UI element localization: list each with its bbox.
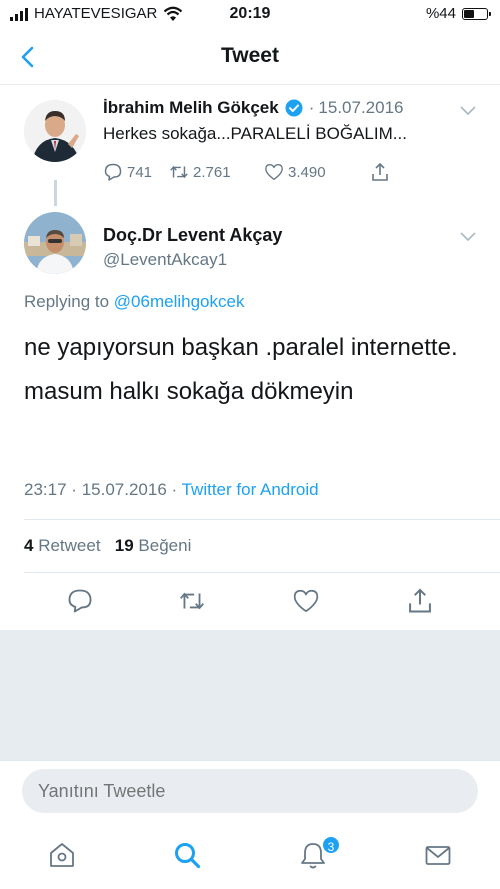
parent-tweet-date: 15.07.2016 — [318, 98, 404, 117]
battery-fill — [464, 9, 474, 18]
retweets-count: 4 — [24, 536, 34, 555]
main-author-name[interactable]: Doç.Dr Levent Akçay — [103, 225, 282, 246]
messages-envelope-icon[interactable] — [423, 840, 453, 870]
parent-author-row: İbrahim Melih Gökçek · 15.07.2016 — [103, 98, 404, 118]
status-right: %44 — [425, 5, 491, 22]
heart-icon[interactable] — [292, 587, 320, 615]
thread-connector-line — [54, 180, 57, 206]
empty-replies-area — [0, 630, 500, 760]
verified-badge-icon — [285, 99, 303, 117]
search-icon[interactable] — [172, 840, 202, 870]
navigation-bar: Tweet — [0, 30, 500, 85]
battery-icon — [462, 7, 491, 20]
meta-separator: · — [71, 480, 77, 499]
retweet-count: 2.761 — [193, 163, 231, 181]
main-tweet-header: Doç.Dr Levent Akçay @LeventAkcay1 — [0, 212, 500, 282]
page-title: Tweet — [221, 44, 279, 67]
likes-count: 19 — [114, 536, 134, 555]
parent-tweet-text: Herkes sokağa...PARALELİ BOĞALIM... — [103, 124, 407, 143]
chevron-down-icon[interactable] — [460, 106, 476, 116]
likes-label: Beğeni — [138, 536, 192, 555]
replying-to-mention[interactable]: @06melihgokcek — [114, 292, 245, 311]
tweet-time: 23:17 — [24, 480, 67, 499]
like-button[interactable]: 3.490 — [264, 162, 370, 182]
replying-prefix: Replying to — [24, 292, 110, 311]
tweet-date: 15.07.2016 — [81, 480, 167, 499]
home-icon[interactable] — [47, 840, 77, 870]
share-icon[interactable] — [406, 587, 434, 615]
share-button[interactable] — [370, 162, 390, 182]
retweet-button[interactable]: 2.761 — [169, 162, 264, 182]
parent-tweet-actions: 741 2.761 3.490 — [103, 162, 390, 182]
tab-bar: 3 — [0, 822, 500, 889]
tweet-stats: 4 Retweet 19 Beğeni — [24, 536, 191, 556]
replying-to-line: Replying to @06melihgokcek — [24, 292, 244, 312]
parent-tweet[interactable]: İbrahim Melih Gökçek · 15.07.2016 Herkes… — [0, 92, 500, 202]
like-count: 3.490 — [288, 163, 326, 181]
main-tweet-text: ne yapıyorsun başkan .paralel internette… — [24, 334, 458, 405]
share-icon — [372, 162, 388, 181]
reply-count: 741 — [127, 163, 153, 181]
status-bar: HAYATEVESIGAR 20:19 %44 — [0, 0, 500, 30]
meta-separator: · — [171, 480, 178, 499]
main-author-handle[interactable]: @LeventAkcay1 — [103, 250, 227, 270]
heart-icon — [265, 164, 283, 180]
reply-button[interactable]: 741 — [103, 162, 169, 182]
divider — [24, 572, 500, 573]
main-tweet-actions — [0, 585, 500, 621]
retweets-label: Retweet — [38, 536, 101, 555]
reply-icon[interactable] — [66, 587, 94, 615]
divider — [24, 519, 500, 520]
retweet-icon — [170, 165, 188, 179]
reply-input[interactable] — [22, 769, 478, 813]
separator-dot: · — [308, 98, 315, 117]
notification-badge: 3 — [321, 835, 341, 855]
retweets-stat[interactable]: 4 Retweet — [24, 536, 101, 555]
parent-author-avatar[interactable] — [24, 100, 86, 162]
tweet-meta: 23:17 · 15.07.2016 · Twitter for Android — [24, 480, 319, 500]
main-author-avatar[interactable] — [24, 212, 86, 274]
tweet-source-link[interactable]: Twitter for Android — [182, 480, 319, 499]
likes-stat[interactable]: 19 Beğeni — [115, 536, 192, 555]
retweet-icon[interactable] — [178, 587, 206, 615]
parent-author-name[interactable]: İbrahim Melih Gökçek — [103, 98, 279, 118]
chevron-down-icon[interactable] — [460, 232, 476, 242]
reply-composer — [0, 760, 500, 822]
battery-percent: %44 — [425, 5, 456, 22]
reply-icon — [104, 163, 122, 181]
